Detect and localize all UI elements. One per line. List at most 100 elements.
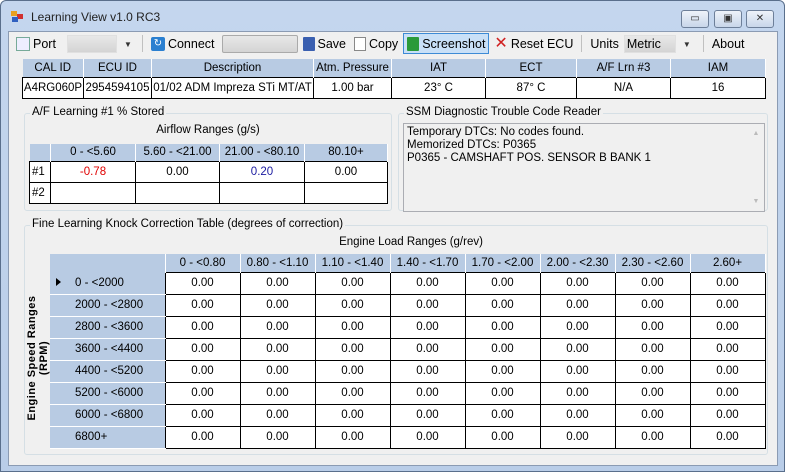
table-cell: 0.00 <box>614 315 691 339</box>
separator <box>581 35 583 52</box>
table-cell: 01/02 ADM Impreza STi MT/AT <box>151 76 314 99</box>
column-header: 1.40 - <1.70 <box>390 254 466 272</box>
table-cell: 0.00 <box>464 403 541 427</box>
app-window: Learning View v1.0 RC3 ▭ ▣ ✕ ​Port ▼ ↻Co… <box>0 0 785 472</box>
column-header: 5.60 - <21.00 <box>135 144 220 161</box>
table-cell: 0.00 <box>614 359 691 383</box>
table-cell: 0.00 <box>689 381 766 405</box>
header-row: CAL ID ECU ID Description Atm. Pressure IAT E… <box>22 59 766 77</box>
table-row[interactable]: 4400 - <5200 0.00 0.00 0.00 0.00 0.00 0.00 0.00… <box>50 359 766 383</box>
chevron-down-icon: ▼ <box>682 39 691 49</box>
table-cell: 0.00 <box>539 359 616 383</box>
port-button[interactable]: ​Port <box>13 33 59 54</box>
connect-button[interactable]: ↻ Connect <box>148 33 218 54</box>
table-cell: 0.00 <box>314 359 391 383</box>
table-cell: 0.00 <box>135 160 220 183</box>
vertical-scrollbar[interactable]: ▲ ▼ <box>750 127 762 208</box>
table-cell: 0.00 <box>614 403 691 427</box>
port-select[interactable]: ▼ <box>66 34 132 53</box>
units-value: Metric <box>626 36 661 51</box>
toolbar: ​Port ▼ ↻Connect Save Copy Screenshot ✕R… <box>9 32 777 55</box>
table-cell: 0.00 <box>239 403 316 427</box>
table-row[interactable]: #1 -0.78 0.00 0.20 0.00 <box>29 160 388 183</box>
maximize-button[interactable]: ▣ <box>714 10 742 28</box>
table-row[interactable]: A4RG060P 2954594105 01/02 ADM Impreza STi … <box>22 76 766 99</box>
table-cell: 0.20 <box>219 160 305 183</box>
port-label: Port <box>33 36 56 51</box>
units-select[interactable]: Metric ▼ <box>623 34 691 53</box>
connection-status-field <box>221 34 298 53</box>
table-cell: 0.00 <box>539 293 616 317</box>
table-row[interactable]: 6000 - <6800 0.00 0.00 0.00 0.00 0.00 0.00 0.00… <box>50 403 766 427</box>
column-header: 2.60+ <box>690 254 766 272</box>
table-cell: A4RG060P <box>22 76 84 99</box>
dtc-output-textbox[interactable]: Temporary DTCs: No codes found. Memorize… <box>403 123 765 212</box>
dtc-line: P0365 - CAMSHAFT POS. SENSOR B BANK 1 <box>407 152 651 164</box>
table-cell: 0.00 <box>239 293 316 317</box>
row-header: 2000 - <2800 <box>50 294 165 317</box>
copy-icon <box>354 36 366 51</box>
table-row[interactable]: 3600 - <4400 0.00 0.00 0.00 0.00 0.00 0.00 0.00… <box>50 337 766 361</box>
table-cell <box>304 181 388 204</box>
column-header: 21.00 - <80.10 <box>219 144 305 161</box>
table-cell: 0.00 <box>239 425 316 449</box>
table-cell: 0.00 <box>164 425 241 449</box>
row-header: #2 <box>29 181 51 204</box>
column-header: IAM <box>670 59 766 77</box>
table-row[interactable]: 6800+ 0.00 0.00 0.00 0.00 0.00 0.00 0.00 0.00 <box>50 425 766 449</box>
reset-ecu-label: Reset ECU <box>510 36 574 51</box>
floppy-disk-icon <box>407 36 420 51</box>
ecu-info-table: CAL ID ECU ID Description Atm. Pressure IAT E… <box>22 59 766 99</box>
column-header: ECU ID <box>83 59 152 77</box>
table-cell <box>219 181 305 204</box>
units-label: Units <box>590 36 619 51</box>
row-header: 4400 - <5200 <box>50 360 165 383</box>
table-row[interactable]: 2000 - <2800 0.00 0.00 0.00 0.00 0.00 0.00 0.00… <box>50 293 766 317</box>
row-selector-arrow-icon <box>56 278 61 286</box>
reset-ecu-button[interactable]: ✕ Reset ECU <box>491 33 576 54</box>
copy-button[interactable]: Copy <box>351 33 401 54</box>
table-row[interactable]: 2800 - <3600 0.00 0.00 0.00 0.00 0.00 0.00 0.00… <box>50 315 766 339</box>
screenshot-button[interactable]: Screenshot <box>403 33 490 54</box>
table-cell: 0.00 <box>239 337 316 361</box>
table-row[interactable]: 0 - <2000 0.00 0.00 0.00 0.00 0.00 0.00 0.00 0.0… <box>50 271 766 295</box>
table-cell: 0.00 <box>689 293 766 317</box>
about-button[interactable]: About <box>709 33 748 54</box>
table-cell: 0.00 <box>464 425 541 449</box>
table-cell: 0.00 <box>539 381 616 405</box>
column-header: 0 - <5.60 <box>50 144 136 161</box>
table-cell: 0.00 <box>614 271 691 295</box>
table-cell <box>135 181 220 204</box>
minimize-button[interactable]: ▭ <box>681 10 709 28</box>
save-button[interactable]: Save <box>300 33 350 54</box>
table-row[interactable]: 5200 - <6000 0.00 0.00 0.00 0.00 0.00 0.00 0.00… <box>50 381 766 405</box>
af-learning-title: A/F Learning #1 % Stored <box>30 106 167 118</box>
engine-load-ranges-label: Engine Load Ranges (g/rev) <box>339 236 483 248</box>
table-cell: 0.00 <box>464 381 541 405</box>
dtc-reader-group: SSM Diagnostic Trouble Code Reader Tempo… <box>398 106 768 212</box>
copy-label: Copy <box>369 36 399 51</box>
table-cell: 0.00 <box>614 293 691 317</box>
column-header: Description <box>151 59 314 77</box>
table-cell: 0.00 <box>389 425 466 449</box>
table-cell: 0.00 <box>389 271 466 295</box>
table-row[interactable]: #2 <box>29 181 388 204</box>
table-cell: 0.00 <box>464 293 541 317</box>
scroll-down-icon: ▼ <box>752 198 760 205</box>
column-header: ECT <box>485 59 577 77</box>
table-cell: 0.00 <box>689 315 766 339</box>
table-cell: 0.00 <box>314 293 391 317</box>
close-button[interactable]: ✕ <box>746 10 774 28</box>
table-cell: -0.78 <box>50 160 136 183</box>
port-icon: ​ <box>16 36 30 51</box>
separator <box>141 35 143 52</box>
table-cell: 0.00 <box>164 315 241 339</box>
table-cell: N/A <box>576 76 671 99</box>
row-header: #1 <box>29 160 51 183</box>
table-cell: 0.00 <box>689 425 766 449</box>
table-cell: 0.00 <box>239 315 316 339</box>
about-label: About <box>711 36 745 51</box>
column-header: 2.30 - <2.60 <box>615 254 691 272</box>
table-cell: 0.00 <box>164 293 241 317</box>
table-cell: 0.00 <box>304 160 388 183</box>
